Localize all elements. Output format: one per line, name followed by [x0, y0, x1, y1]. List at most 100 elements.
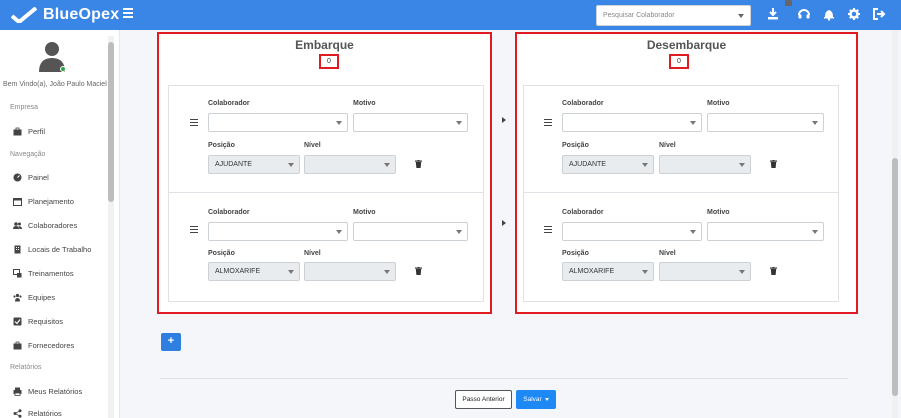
- label-motivo: Motivo: [707, 100, 730, 107]
- chevron-down-icon: [384, 270, 390, 274]
- sidebar-item-equipes[interactable]: Equipes: [13, 291, 55, 303]
- main-scrollbar[interactable]: [892, 30, 898, 418]
- sidebar-item-planejamento[interactable]: Planejamento: [13, 195, 74, 207]
- sidebar-scrollbar[interactable]: [108, 36, 114, 418]
- trash-icon[interactable]: [415, 160, 422, 168]
- sidebar-item-label: Colaboradores: [28, 220, 78, 230]
- posicao-select[interactable]: ALMOXARIFE: [208, 262, 300, 281]
- motivo-select[interactable]: [353, 222, 468, 241]
- motivo-select[interactable]: [353, 113, 468, 132]
- colaborador-select[interactable]: [208, 222, 348, 241]
- search-collaborator-select[interactable]: Pesquisar Colaborador: [596, 5, 751, 26]
- drag-handle-icon[interactable]: [190, 119, 198, 126]
- chevron-down-icon: [738, 14, 744, 18]
- colaborador-select[interactable]: [208, 113, 348, 132]
- posicao-select[interactable]: AJUDANTE: [562, 155, 654, 174]
- chevron-down-icon: [336, 121, 342, 125]
- download-icon[interactable]: [766, 7, 780, 21]
- embarque-title: Embarque: [295, 38, 354, 52]
- printer-icon: [13, 387, 22, 396]
- label-nivel: Nível: [659, 250, 676, 257]
- posicao-select[interactable]: ALMOXARIFE: [562, 262, 654, 281]
- headset-icon[interactable]: [797, 7, 811, 21]
- posicao-value: AJUDANTE: [569, 161, 606, 168]
- users-icon: [13, 221, 22, 230]
- presentation-icon: [13, 268, 22, 278]
- briefcase-icon: [13, 341, 22, 350]
- chevron-down-icon: [544, 397, 549, 401]
- brand-logo-icon: [11, 7, 37, 23]
- trash-icon[interactable]: [770, 160, 777, 168]
- brand[interactable]: BlueOpex: [11, 5, 119, 25]
- chevron-down-icon: [642, 270, 648, 274]
- colaborador-select[interactable]: [562, 222, 702, 241]
- sidebar-item-label: Fornecedores: [28, 340, 75, 350]
- section-empresa: Empresa: [10, 104, 39, 111]
- drag-handle-icon[interactable]: [544, 119, 552, 126]
- drag-handle-icon[interactable]: [190, 226, 198, 233]
- desembarque-title: Desembarque: [646, 38, 727, 52]
- section-relatorios: Relatórios: [10, 364, 42, 371]
- sidebar-item-perfil[interactable]: Perfil: [13, 125, 45, 137]
- drag-handle-icon[interactable]: [544, 226, 552, 233]
- sidebar-item-colaboradores[interactable]: Colaboradores: [13, 219, 77, 231]
- menu-toggle-icon[interactable]: [123, 8, 133, 22]
- sidebar-item-label: Meus Relatórios: [28, 386, 83, 396]
- trash-icon[interactable]: [770, 267, 777, 275]
- label-posicao: Posição: [208, 142, 235, 149]
- briefcase-icon: [13, 127, 22, 136]
- sidebar-item-label: Painel: [28, 172, 49, 182]
- label-nivel: Nível: [304, 142, 321, 149]
- sidebar-item-treinamentos[interactable]: Treinamentos: [13, 267, 74, 279]
- posicao-select[interactable]: AJUDANTE: [208, 155, 300, 174]
- sidebar-item-relatorios[interactable]: Relatórios: [13, 407, 62, 418]
- dashboard-icon: [13, 173, 22, 182]
- label-motivo: Motivo: [353, 209, 376, 216]
- row-divider: [524, 192, 838, 193]
- motivo-select[interactable]: [707, 113, 824, 132]
- label-motivo: Motivo: [353, 100, 376, 107]
- nivel-select[interactable]: [304, 155, 396, 174]
- building-icon: [13, 245, 22, 254]
- sidebar-item-fornecedores[interactable]: Fornecedores: [13, 339, 74, 351]
- label-colaborador: Colaborador: [562, 100, 604, 107]
- chevron-down-icon: [812, 230, 818, 234]
- label-motivo: Motivo: [707, 209, 730, 216]
- desembarque-count-badge: 0: [669, 54, 689, 69]
- nivel-select[interactable]: [659, 262, 751, 281]
- nivel-select[interactable]: [304, 262, 396, 281]
- chevron-down-icon: [456, 230, 462, 234]
- label-colaborador: Colaborador: [562, 209, 604, 216]
- chevron-down-icon: [690, 230, 696, 234]
- previous-step-button[interactable]: Passo Anterior: [455, 390, 512, 409]
- motivo-select[interactable]: [707, 222, 824, 241]
- sidebar-item-painel[interactable]: Painel: [13, 171, 49, 183]
- label-colaborador: Colaborador: [208, 209, 250, 216]
- trash-icon[interactable]: [415, 267, 422, 275]
- sidebar-item-label: Perfil: [28, 126, 46, 136]
- logout-icon[interactable]: [872, 7, 886, 21]
- embarque-count-badge: 0: [319, 54, 339, 69]
- posicao-value: ALMOXARIFE: [215, 268, 261, 275]
- sidebar-item-meus-relatorios[interactable]: Meus Relatórios: [13, 385, 82, 397]
- nivel-select[interactable]: [659, 155, 751, 174]
- label-posicao: Posição: [208, 250, 235, 257]
- chevron-down-icon: [288, 270, 294, 274]
- footer-divider: [160, 378, 848, 379]
- save-label: Salvar: [523, 396, 542, 403]
- online-status-badge: [60, 66, 66, 72]
- team-icon: [13, 293, 22, 302]
- save-button[interactable]: Salvar: [516, 390, 556, 409]
- gear-icon[interactable]: [847, 7, 861, 21]
- colaborador-select[interactable]: [562, 113, 702, 132]
- bell-icon[interactable]: [822, 7, 836, 21]
- brand-name: BlueOpex: [43, 6, 120, 23]
- sidebar-item-requisitos[interactable]: Requisitos: [13, 315, 63, 327]
- sidebar-item-locais[interactable]: Locais de Trabalho: [13, 243, 91, 255]
- add-row-button[interactable]: +: [161, 333, 181, 351]
- section-navegacao: Navegação: [10, 151, 46, 158]
- top-bar: BlueOpex Pesquisar Colaborador: [0, 0, 901, 30]
- sidebar-item-label: Equipes: [28, 292, 56, 302]
- arrow-right-icon: [502, 117, 506, 123]
- posicao-value: AJUDANTE: [215, 161, 252, 168]
